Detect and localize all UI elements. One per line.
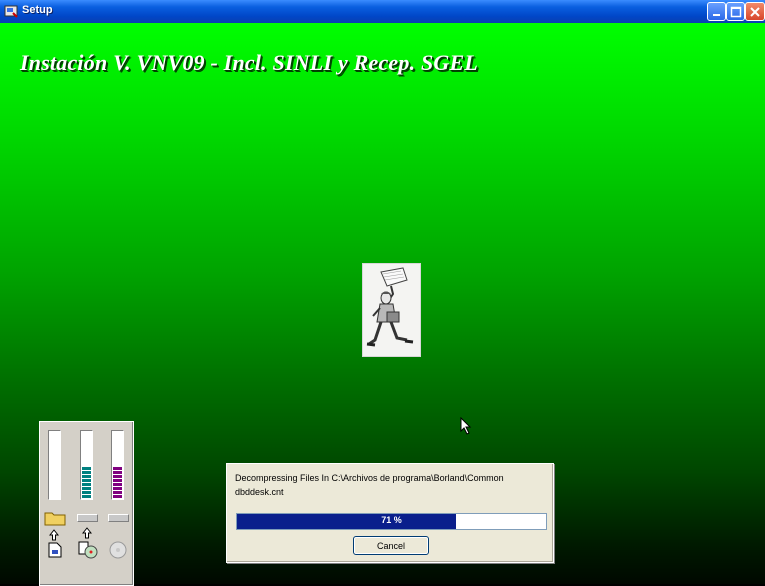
- document-icon: [48, 542, 62, 563]
- progress-dialog: Decompressing Files In C:\Archivos de pr…: [226, 463, 554, 563]
- meter-source: [48, 430, 61, 500]
- disk-space-panel: [39, 421, 134, 586]
- meter-temp: [80, 430, 93, 500]
- minimize-button[interactable]: [707, 2, 726, 21]
- close-icon: [750, 7, 760, 17]
- status-line-path: Decompressing Files In C:\Archivos de pr…: [235, 473, 504, 483]
- cancel-button[interactable]: Cancel: [353, 536, 429, 555]
- maximize-icon: [730, 6, 742, 18]
- window-title: Setup: [22, 4, 53, 16]
- maximize-button[interactable]: [726, 2, 745, 21]
- status-line-file: dbddesk.cnt: [235, 487, 284, 497]
- mouse-cursor-icon: [460, 416, 472, 440]
- cd-icon: [78, 540, 98, 565]
- close-button[interactable]: [745, 2, 765, 21]
- cd-icon: [108, 540, 128, 565]
- meter-destination: [111, 430, 124, 500]
- progress-bar: 71 %: [236, 513, 547, 530]
- progress-percent-label: 71 %: [381, 515, 402, 525]
- window-titlebar[interactable]: Setup: [0, 0, 765, 23]
- drive-icon: [108, 514, 129, 522]
- setup-app-icon: [4, 4, 19, 18]
- mascot-image: [362, 263, 421, 357]
- minimize-icon: [713, 14, 720, 16]
- installer-background: Instación V. VNV09 - Incl. SINLI y Recep…: [0, 23, 765, 586]
- install-heading: Instación V. VNV09 - Incl. SINLI y Recep…: [20, 50, 479, 75]
- disk-icon: [77, 514, 98, 522]
